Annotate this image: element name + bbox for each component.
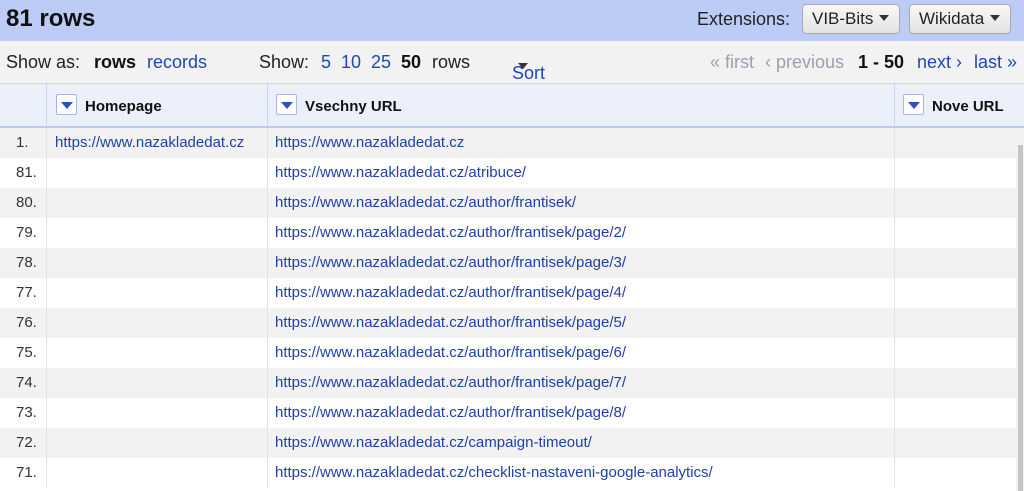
nove-url-cell[interactable] bbox=[894, 278, 1016, 308]
column-menu-dropdown-icon[interactable] bbox=[56, 94, 77, 115]
url-cell[interactable]: https://www.nazakladedat.cz/author/frant… bbox=[267, 218, 894, 248]
rows-suffix: rows bbox=[432, 52, 471, 72]
row-number: 75. bbox=[16, 344, 37, 361]
row-number: 79. bbox=[16, 224, 37, 241]
row-number: 77. bbox=[16, 284, 37, 301]
column-header-vsechny-url: Vsechny URL bbox=[267, 84, 894, 126]
previous-page-link: ‹ previous bbox=[765, 52, 845, 72]
table-row: 75. https://www.nazakladedat.cz/author/f… bbox=[0, 338, 1016, 368]
table-row: 72. https://www.nazakladedat.cz/campaign… bbox=[0, 428, 1016, 458]
table-row: 81. https://www.nazakladedat.cz/atribuce… bbox=[0, 158, 1016, 188]
table-body: 1. https://www.nazakladedat.cz https://w… bbox=[0, 128, 1024, 491]
row-number: 71. bbox=[16, 464, 37, 481]
homepage-cell[interactable] bbox=[46, 338, 267, 368]
row-count-title: 81 rows bbox=[6, 5, 96, 32]
nove-url-cell[interactable] bbox=[894, 458, 1016, 488]
column-header-nove-url: Nove URL bbox=[894, 84, 1024, 126]
nove-url-cell[interactable] bbox=[894, 428, 1016, 458]
nove-url-cell[interactable] bbox=[894, 128, 1016, 158]
first-page-link: « first bbox=[710, 52, 755, 72]
column-menu-dropdown-icon[interactable] bbox=[903, 94, 924, 115]
page-size-25[interactable]: 25 bbox=[371, 52, 391, 73]
caret-down-icon bbox=[990, 15, 1001, 21]
url-cell[interactable]: https://www.nazakladedat.cz bbox=[267, 128, 894, 158]
url-cell[interactable]: https://www.nazakladedat.cz/atribuce/ bbox=[267, 158, 894, 188]
nove-url-cell[interactable] bbox=[894, 188, 1016, 218]
url-cell[interactable]: https://www.nazakladedat.cz/author/frant… bbox=[267, 248, 894, 278]
table-row: 76. https://www.nazakladedat.cz/author/f… bbox=[0, 308, 1016, 338]
next-page-link[interactable]: next › bbox=[917, 52, 962, 73]
url-cell[interactable]: https://www.nazakladedat.cz/author/frant… bbox=[267, 278, 894, 308]
homepage-cell[interactable] bbox=[46, 248, 267, 278]
homepage-cell[interactable]: https://www.nazakladedat.cz bbox=[46, 128, 267, 158]
show-label: Show: bbox=[259, 52, 310, 72]
row-number: 1. bbox=[16, 134, 29, 151]
homepage-cell[interactable] bbox=[46, 428, 267, 458]
nove-url-cell[interactable] bbox=[894, 248, 1016, 278]
caret-down-icon bbox=[879, 15, 890, 21]
row-number: 80. bbox=[16, 194, 37, 211]
table-row: 77. https://www.nazakladedat.cz/author/f… bbox=[0, 278, 1016, 308]
row-number: 81. bbox=[16, 164, 37, 181]
url-cell[interactable]: https://www.nazakladedat.cz/author/frant… bbox=[267, 368, 894, 398]
table-row: 74. https://www.nazakladedat.cz/author/f… bbox=[0, 368, 1016, 398]
project-header: 81 rows Extensions: VIB-Bits Wikidata bbox=[0, 0, 1024, 41]
row-number: 73. bbox=[16, 404, 37, 421]
url-cell[interactable]: https://www.nazakladedat.cz/author/frant… bbox=[267, 398, 894, 428]
column-label: Nove URL bbox=[932, 98, 1004, 115]
row-number: 72. bbox=[16, 434, 37, 451]
table-header: Homepage Vsechny URL Nove URL bbox=[0, 84, 1024, 128]
caret-down-icon bbox=[518, 63, 528, 69]
nove-url-cell[interactable] bbox=[894, 338, 1016, 368]
sort-label: Sort bbox=[512, 63, 546, 83]
column-label: Vsechny URL bbox=[305, 98, 402, 115]
table-row: 73. https://www.nazakladedat.cz/author/f… bbox=[0, 398, 1016, 428]
nove-url-cell[interactable] bbox=[894, 158, 1016, 188]
page-range: 1 - 50 bbox=[858, 52, 905, 72]
page-size-5[interactable]: 5 bbox=[321, 52, 331, 73]
homepage-cell[interactable] bbox=[46, 308, 267, 338]
extensions-label: Extensions: bbox=[697, 9, 791, 29]
page-size-50: 50 bbox=[401, 52, 422, 72]
homepage-cell[interactable] bbox=[46, 158, 267, 188]
table-row: 71. https://www.nazakladedat.cz/checklis… bbox=[0, 458, 1016, 488]
row-number: 76. bbox=[16, 314, 37, 331]
wikidata-menu-button[interactable]: Wikidata bbox=[909, 4, 1012, 34]
url-cell[interactable]: https://www.nazakladedat.cz/author/frant… bbox=[267, 338, 894, 368]
table-row: 1. https://www.nazakladedat.cz https://w… bbox=[0, 128, 1016, 158]
view-controls: Show as: rows records Show: 5 10 25 50 r… bbox=[0, 41, 1024, 84]
homepage-cell[interactable] bbox=[46, 278, 267, 308]
homepage-cell[interactable] bbox=[46, 218, 267, 248]
url-cell[interactable]: https://www.nazakladedat.cz/author/frant… bbox=[267, 308, 894, 338]
table-row: 79. https://www.nazakladedat.cz/author/f… bbox=[0, 218, 1016, 248]
vib-bits-menu-button[interactable]: VIB-Bits bbox=[802, 4, 901, 34]
url-cell[interactable]: https://www.nazakladedat.cz/checklist-na… bbox=[267, 458, 894, 488]
homepage-cell[interactable] bbox=[46, 398, 267, 428]
vertical-scrollbar-thumb[interactable] bbox=[1018, 145, 1023, 491]
row-number: 74. bbox=[16, 374, 37, 391]
show-as-label: Show as: bbox=[6, 52, 81, 72]
nove-url-cell[interactable] bbox=[894, 308, 1016, 338]
wikidata-label: Wikidata bbox=[919, 9, 985, 28]
column-header-homepage: Homepage bbox=[46, 84, 267, 126]
nove-url-cell[interactable] bbox=[894, 218, 1016, 248]
homepage-cell[interactable] bbox=[46, 458, 267, 488]
show-as-records-link[interactable]: records bbox=[147, 52, 207, 73]
show-as-rows: rows bbox=[94, 52, 137, 72]
nove-url-cell[interactable] bbox=[894, 398, 1016, 428]
page-size-10[interactable]: 10 bbox=[341, 52, 361, 73]
row-number: 78. bbox=[16, 254, 37, 271]
table-row: 80. https://www.nazakladedat.cz/author/f… bbox=[0, 188, 1016, 218]
url-cell[interactable]: https://www.nazakladedat.cz/author/frant… bbox=[267, 188, 894, 218]
nove-url-cell[interactable] bbox=[894, 368, 1016, 398]
column-label: Homepage bbox=[85, 98, 162, 115]
column-menu-dropdown-icon[interactable] bbox=[276, 94, 297, 115]
last-page-link[interactable]: last » bbox=[974, 52, 1017, 73]
vib-bits-label: VIB-Bits bbox=[812, 9, 874, 28]
homepage-cell[interactable] bbox=[46, 188, 267, 218]
url-cell[interactable]: https://www.nazakladedat.cz/campaign-tim… bbox=[267, 428, 894, 458]
table-row: 78. https://www.nazakladedat.cz/author/f… bbox=[0, 248, 1016, 278]
homepage-cell[interactable] bbox=[46, 368, 267, 398]
